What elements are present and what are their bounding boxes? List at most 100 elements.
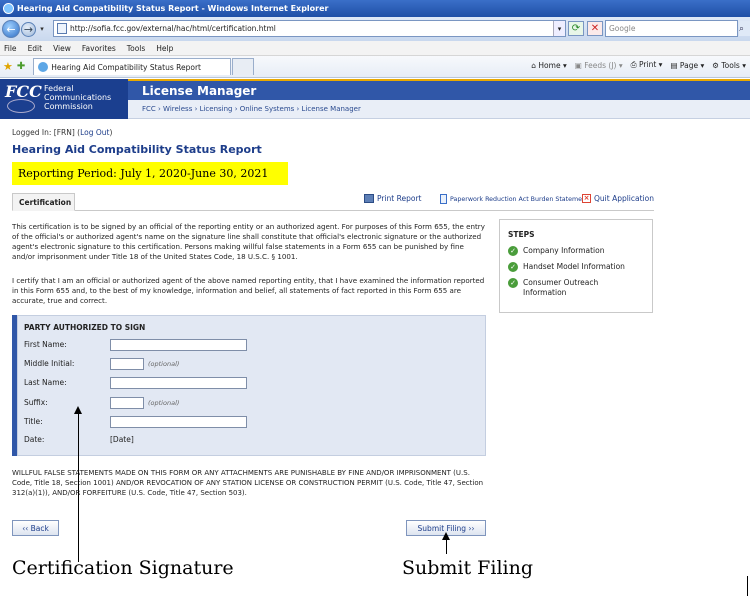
legal-warning: WILLFUL FALSE STATEMENTS MADE ON THIS FO… bbox=[12, 469, 484, 497]
first-name-label: First Name: bbox=[24, 340, 67, 349]
browser-tab-active[interactable]: Hearing Aid Compatibility Status Report bbox=[33, 58, 232, 75]
menu-file[interactable]: File bbox=[4, 44, 17, 53]
home-button[interactable]: ⌂ Home ▾ bbox=[531, 61, 566, 70]
page-menu-button[interactable]: ▤ Page ▾ bbox=[670, 61, 704, 70]
org-line-1: Federal bbox=[44, 84, 74, 93]
quit-label: Quit Application bbox=[594, 194, 654, 203]
back-nav-icon[interactable]: ← bbox=[2, 20, 20, 38]
date-value: [Date] bbox=[110, 435, 134, 444]
back-button[interactable]: ‹‹ Back bbox=[12, 520, 59, 536]
annotation-certification-signature: Certification Signature bbox=[12, 557, 234, 579]
middle-initial-label: Middle Initial: bbox=[24, 359, 75, 368]
breadcrumb[interactable]: FCC › Wireless › Licensing › Online Syst… bbox=[128, 100, 750, 119]
checkmark-icon: ✓ bbox=[508, 262, 518, 272]
tab-title: Hearing Aid Compatibility Status Report bbox=[51, 62, 201, 72]
menu-bar: File Edit View Favorites Tools Help bbox=[0, 41, 750, 56]
signature-arrow-head bbox=[74, 406, 82, 414]
steps-heading: STEPS bbox=[508, 230, 535, 239]
last-name-row: Last Name: bbox=[24, 376, 247, 389]
org-line-3: Commission bbox=[44, 102, 93, 111]
logged-in-status: Logged In: [FRN] (Log Out) bbox=[12, 128, 112, 137]
fcc-org-name: Federal Communications Commission bbox=[44, 84, 111, 111]
step-item[interactable]: ✓ Company Information bbox=[508, 246, 644, 256]
step-item[interactable]: ✓ Consumer Outreach Information bbox=[508, 278, 644, 298]
forward-nav-icon[interactable]: → bbox=[21, 21, 36, 37]
reporting-period: Reporting Period: July 1, 2020-June 30, … bbox=[12, 162, 288, 185]
menu-edit[interactable]: Edit bbox=[28, 44, 43, 53]
tab-favicon-icon bbox=[38, 62, 49, 72]
print-button[interactable]: ⎙ Print ▾ bbox=[631, 60, 663, 70]
site-header: FCC Federal Communications Commission Li… bbox=[0, 79, 750, 119]
checkmark-icon: ✓ bbox=[508, 278, 518, 288]
step-label: Company Information bbox=[523, 246, 605, 255]
search-icon[interactable]: ⌕ bbox=[739, 21, 750, 36]
logged-in-prefix: Logged In: [FRN] ( bbox=[12, 128, 81, 137]
paperwork-reduction-link[interactable]: Paperwork Reduction Act Burden Statement bbox=[440, 194, 588, 204]
signature-form-border: PARTY AUTHORIZED TO SIGN First Name: Mid… bbox=[17, 315, 486, 456]
fcc-seal-icon bbox=[7, 99, 35, 113]
logged-in-suffix: ) bbox=[109, 128, 113, 137]
history-dropdown-icon[interactable]: ▾ bbox=[37, 25, 47, 33]
search-placeholder: Google bbox=[609, 24, 636, 33]
new-tab-button[interactable] bbox=[232, 58, 255, 75]
paperwork-label: Paperwork Reduction Act Burden Statement bbox=[450, 195, 589, 203]
last-name-field[interactable] bbox=[110, 376, 247, 389]
home-label: Home bbox=[538, 60, 561, 70]
title-row: Title: bbox=[24, 415, 247, 428]
menu-tools[interactable]: Tools bbox=[127, 44, 145, 53]
title-label: Title: bbox=[24, 417, 43, 426]
fcc-logo[interactable]: FCC Federal Communications Commission bbox=[0, 79, 128, 119]
menu-help[interactable]: Help bbox=[156, 44, 173, 53]
print-report-link[interactable]: Print Report bbox=[364, 194, 422, 203]
menu-favorites[interactable]: Favorites bbox=[82, 44, 116, 53]
page-icon bbox=[57, 23, 67, 34]
tools-menu-button[interactable]: ⚙ Tools ▾ bbox=[712, 61, 746, 70]
window-title: Hearing Aid Compatibility Status Report … bbox=[17, 4, 329, 13]
feeds-button[interactable]: ▣ Feeds (J) ▾ bbox=[575, 61, 623, 70]
step-label: Consumer Outreach Information bbox=[523, 278, 599, 297]
ie-logo-icon bbox=[3, 3, 14, 14]
optional-hint: (optional) bbox=[148, 359, 180, 368]
suffix-field[interactable] bbox=[110, 396, 144, 409]
submit-arrow-head bbox=[442, 532, 450, 540]
step-item[interactable]: ✓ Handset Model Information bbox=[508, 262, 644, 272]
favorites-star-icon[interactable]: ★ bbox=[3, 60, 13, 73]
search-input[interactable]: Google bbox=[605, 20, 738, 37]
certification-statement: I certify that I am an official or autho… bbox=[12, 276, 485, 305]
logout-link[interactable]: Log Out bbox=[80, 128, 109, 137]
address-bar[interactable]: http://sofia.fcc.gov/external/hac/html/c… bbox=[53, 20, 566, 37]
window-title-bar: Hearing Aid Compatibility Status Report … bbox=[0, 0, 750, 17]
checkmark-icon: ✓ bbox=[508, 246, 518, 256]
app-title: License Manager bbox=[128, 79, 750, 100]
section-tabs: Certification Print Report Paperwork Red… bbox=[12, 191, 654, 211]
signature-arrow-line bbox=[78, 412, 79, 562]
signature-form-heading: PARTY AUTHORIZED TO SIGN bbox=[24, 323, 146, 332]
tools-label: Tools bbox=[721, 60, 740, 70]
org-line-2: Communications bbox=[44, 93, 112, 102]
document-icon bbox=[440, 194, 447, 204]
step-label: Handset Model Information bbox=[523, 262, 625, 271]
certification-instructions: This certification is to be signed by an… bbox=[12, 222, 485, 261]
title-field[interactable] bbox=[110, 415, 247, 428]
menu-view[interactable]: View bbox=[53, 44, 71, 53]
first-name-field[interactable] bbox=[110, 338, 247, 351]
middle-initial-row: Middle Initial: (optional) bbox=[24, 357, 179, 370]
tab-certification[interactable]: Certification bbox=[12, 193, 75, 211]
address-dropdown-icon[interactable]: ▾ bbox=[553, 21, 565, 36]
stop-icon[interactable]: ✕ bbox=[587, 21, 603, 36]
quit-application-link[interactable]: × Quit Application bbox=[582, 194, 654, 203]
address-url[interactable]: http://sofia.fcc.gov/external/hac/html/c… bbox=[70, 24, 276, 33]
tab-bar: ★ ✚ Hearing Aid Compatibility Status Rep… bbox=[0, 56, 750, 78]
print-report-label: Print Report bbox=[377, 194, 422, 203]
steps-panel: STEPS ✓ Company Information ✓ Handset Mode… bbox=[499, 219, 653, 313]
edge-mark bbox=[747, 576, 748, 596]
date-label: Date: bbox=[24, 435, 45, 444]
address-toolbar: ← → ▾ http://sofia.fcc.gov/external/hac/… bbox=[0, 17, 750, 41]
page-label: Page bbox=[679, 60, 699, 70]
middle-initial-field[interactable] bbox=[110, 357, 144, 370]
refresh-icon[interactable]: ⟳ bbox=[568, 21, 584, 36]
suffix-row: Suffix: (optional) bbox=[24, 396, 179, 409]
command-bar: ⌂ Home ▾ ▣ Feeds (J) ▾ ⎙ Print ▾ ▤ Page … bbox=[531, 60, 746, 70]
add-favorite-icon[interactable]: ✚ bbox=[17, 61, 25, 72]
page-title: Hearing Aid Compatibility Status Report bbox=[12, 143, 262, 156]
